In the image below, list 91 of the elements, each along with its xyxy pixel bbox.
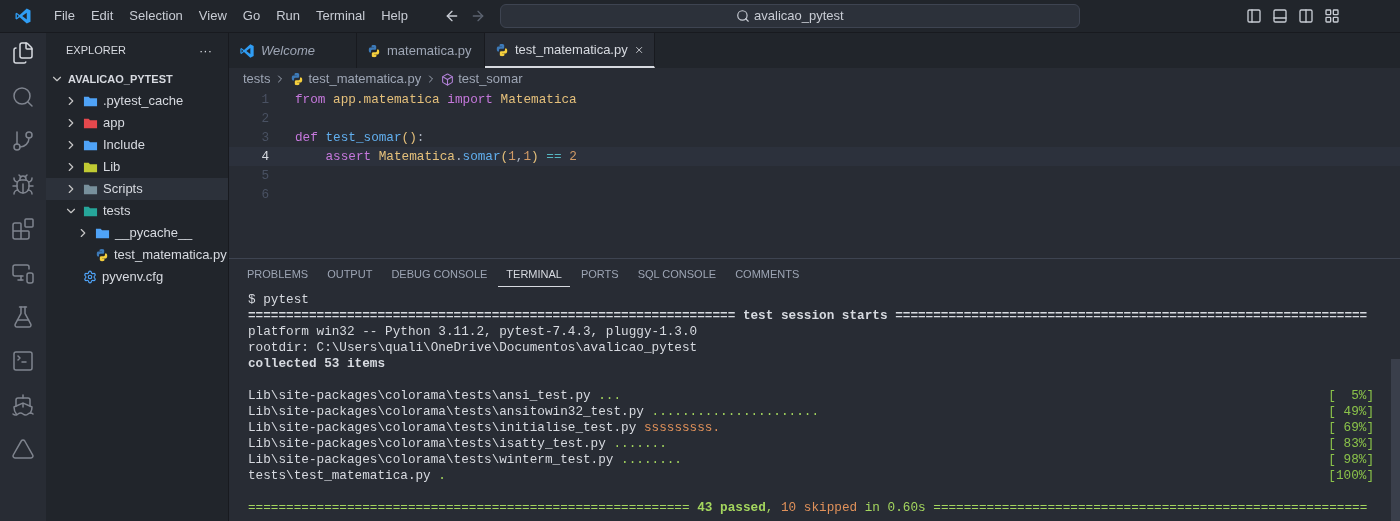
line-number: 4 (260, 148, 269, 166)
blocks-icon[interactable] (11, 217, 35, 241)
search-icon (736, 9, 751, 23)
menu-item[interactable]: File (46, 6, 83, 26)
tree-item[interactable]: __pycache__ (46, 222, 228, 244)
menu-item[interactable]: View (190, 6, 235, 26)
explorer-icon[interactable] (11, 41, 35, 65)
ship-icon[interactable] (11, 393, 35, 417)
command-center-text: avalicao_pytest (754, 7, 844, 26)
terminal-line: $ pytest (248, 292, 310, 308)
cube-icon (441, 72, 455, 86)
progress-text: [ 5%] (1328, 388, 1374, 404)
python-icon (495, 42, 509, 57)
vscode-logo-icon (239, 42, 255, 59)
vscode-logo-icon (14, 7, 32, 25)
terminal-line: Lib\site-packages\colorama\tests\ansitowin32_test.py ...................... (248, 404, 820, 420)
triangle-icon[interactable] (11, 437, 35, 461)
tab-label: Welcome (261, 41, 315, 60)
layout-icon[interactable] (1324, 8, 1340, 24)
tree-item-label: pyvenv.cfg (102, 268, 164, 287)
branch-icon[interactable] (11, 129, 35, 153)
breadcrumb-item[interactable]: tests (243, 69, 271, 89)
python-icon (95, 248, 109, 262)
panel-tab[interactable]: TERMINAL (498, 262, 570, 287)
terminal-line: Lib\site-packages\colorama\tests\winterm_test.py ........ (248, 452, 682, 468)
menu-item[interactable]: Edit (82, 6, 122, 26)
terminal-line: ========================================================== 43 passed, 10 skipped in 0.60s ========================================================= (248, 500, 1369, 516)
code-line: from app.matematica import Matematica (295, 91, 577, 109)
tree-item[interactable]: test_matematica.py (46, 244, 228, 266)
python-icon (290, 72, 305, 86)
panel-tab[interactable]: PORTS (572, 262, 627, 287)
panel-bottom-icon[interactable] (1272, 8, 1288, 24)
terminal-icon[interactable] (11, 349, 35, 373)
terminal-line: platform win32 -- Python 3.11.2, pytest-7.4.3, pluggy-1.3.0 (248, 324, 699, 340)
progress-text: [ 83%] (1328, 436, 1374, 452)
menu-item[interactable]: Selection (121, 6, 191, 26)
progress-text: [ 49%] (1328, 404, 1374, 420)
tree-item[interactable]: Lib (46, 156, 228, 178)
tree-item-label: Scripts (103, 180, 143, 199)
code-line: assert Matematica.somar(1,1) == 2 (324, 148, 577, 166)
progress-text: [ 98%] (1328, 452, 1374, 468)
bug-icon[interactable] (11, 173, 35, 197)
search-icon[interactable] (11, 85, 35, 109)
tree-item-label: __pycache__ (115, 224, 193, 243)
panel-left-icon[interactable] (1246, 8, 1262, 24)
progress-text: [100%] (1328, 468, 1374, 484)
tree-item-label: test_matematica.py (114, 246, 227, 265)
terminal-line: Lib\site-packages\colorama\tests\ansi_test.py ... (248, 388, 622, 404)
terminal-line: tests\test_matematica.py . (248, 468, 446, 484)
tree-item[interactable]: Scripts (46, 178, 228, 200)
tree-item[interactable]: app (46, 112, 228, 134)
tree-item[interactable]: pyvenv.cfg (46, 266, 228, 288)
command-center-field[interactable]: avalicao_pytest (499, 4, 1080, 28)
terminal-line: collected 53 items (248, 356, 387, 372)
gear-icon (83, 270, 97, 284)
monitor-icon[interactable] (11, 261, 35, 285)
sidebar-title: EXPLORER (66, 43, 126, 59)
columns-icon[interactable] (1298, 8, 1314, 24)
progress-text: [ 69%] (1328, 420, 1374, 436)
tree-item[interactable]: tests (46, 200, 228, 222)
menu-item[interactable]: Terminal (308, 6, 374, 26)
terminal-line: ================================================================ test session starts ============================================================== (248, 308, 1369, 324)
menu-item[interactable]: Run (268, 6, 308, 26)
panel-tab[interactable]: OUTPUT (319, 262, 381, 287)
tree-item-label: Include (103, 136, 145, 155)
tree-item[interactable]: Include (46, 134, 228, 156)
tree-item-label: app (103, 114, 125, 133)
breadcrumb-item[interactable]: test_matematica.py (308, 69, 422, 89)
editor-tab[interactable]: test_matematica.py (485, 33, 655, 68)
menu-item[interactable]: Go (234, 6, 269, 26)
tab-label: matematica.py (387, 41, 472, 60)
code-line: def test_somar(): (295, 129, 425, 147)
panel-tab[interactable]: SQL CONSOLE (629, 262, 725, 287)
flask-icon[interactable] (11, 305, 35, 329)
tree-item[interactable]: .pytest_cache (46, 90, 228, 112)
tree-item-label: tests (103, 202, 131, 221)
panel-tab[interactable]: PROBLEMS (239, 262, 317, 287)
panel-tab[interactable]: DEBUG CONSOLE (383, 262, 496, 287)
terminal-line: rootdir: C:\Users\quali\OneDrive\Documentos\avalicao_pytest (248, 340, 699, 356)
menu-item[interactable]: Help (373, 6, 416, 26)
workspace-title[interactable]: AVALICAO_PYTEST (68, 70, 173, 88)
tree-item-label: Lib (103, 158, 121, 177)
terminal-line: Lib\site-packages\colorama\tests\initialise_test.py sssssssss. (248, 420, 721, 436)
editor-tab[interactable]: Welcome (229, 33, 357, 68)
python-icon (367, 43, 381, 58)
more-actions-button[interactable]: ··· (199, 40, 212, 61)
panel-tab[interactable]: COMMENTS (727, 262, 808, 287)
tree-item-label: .pytest_cache (103, 92, 184, 111)
terminal-line: Lib\site-packages\colorama\tests\isatty_test.py ....... (248, 436, 667, 452)
tab-label: test_matematica.py (515, 40, 628, 59)
breadcrumb-item[interactable]: test_somar (458, 69, 523, 89)
